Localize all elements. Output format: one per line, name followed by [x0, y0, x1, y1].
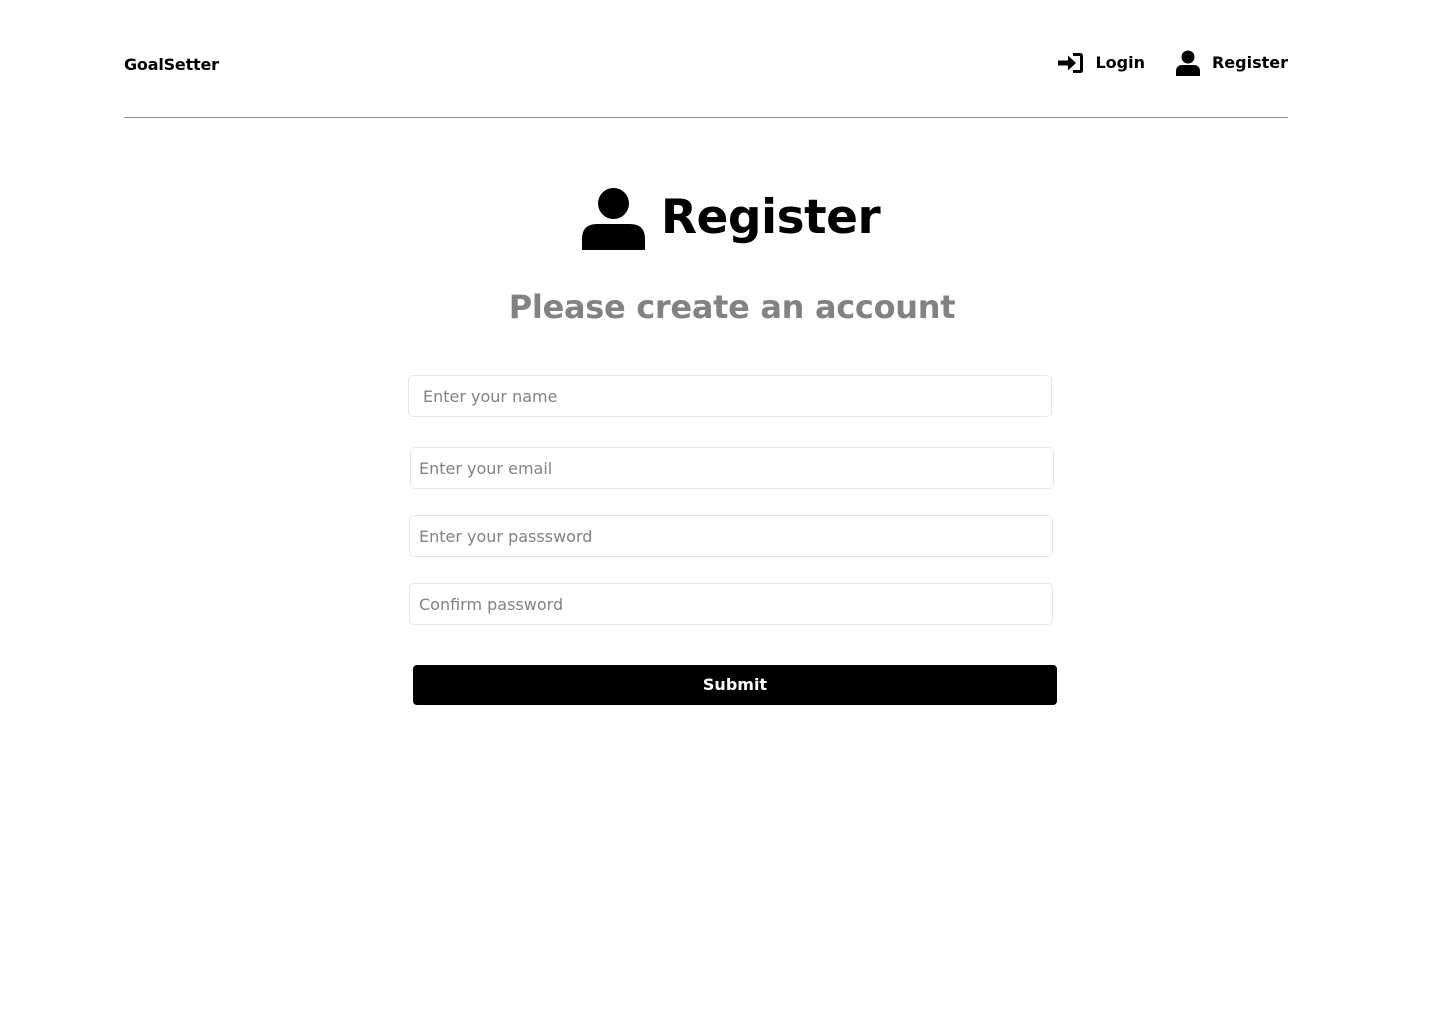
sign-in-icon: [1058, 52, 1084, 74]
main-nav: Login Register: [1058, 50, 1288, 76]
page-subtitle: Please create an account: [508, 288, 956, 326]
user-icon: [1175, 50, 1201, 76]
nav-register-label: Register: [1211, 53, 1288, 72]
nav-register-link[interactable]: Register: [1175, 50, 1288, 76]
confirm-password-input[interactable]: [409, 583, 1053, 625]
site-header: GoalSetter Login Register: [124, 0, 1288, 118]
user-icon: [581, 187, 645, 250]
logo-link[interactable]: GoalSetter: [124, 54, 219, 76]
email-input[interactable]: [410, 447, 1054, 489]
page-heading: Register: [581, 180, 881, 256]
page-heading-section: Register: [0, 180, 1440, 256]
nav-login-link[interactable]: Login: [1058, 52, 1145, 74]
password-input[interactable]: [409, 515, 1053, 557]
name-input[interactable]: [408, 375, 1052, 417]
submit-button[interactable]: Submit: [413, 665, 1057, 705]
page-title: Register: [660, 190, 881, 245]
nav-login-label: Login: [1095, 53, 1145, 72]
